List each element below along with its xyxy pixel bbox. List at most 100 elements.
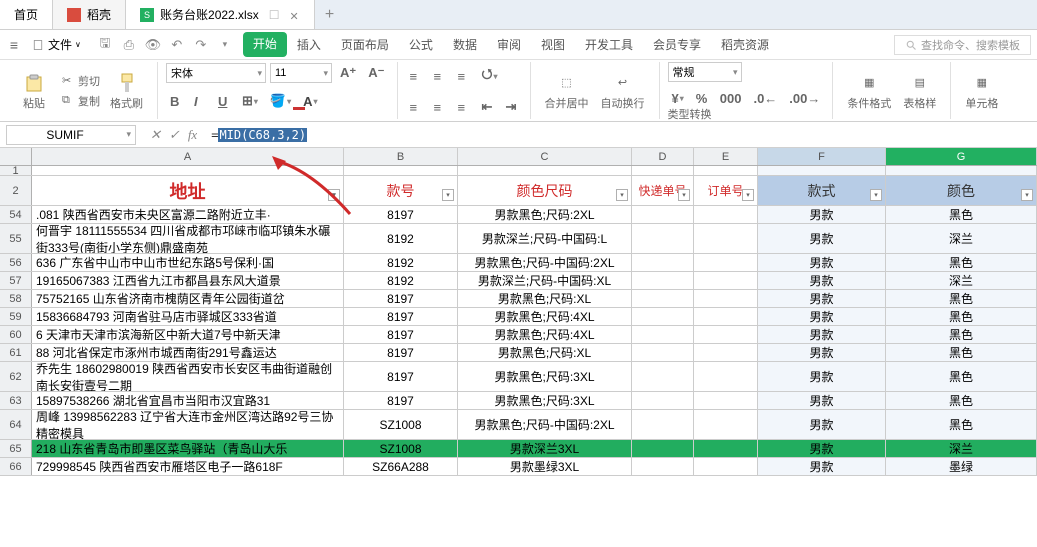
cell[interactable]: 乔先生 18602980019 陕西省西安市长安区韦曲街道融创南长安街壹号二期 [32, 362, 344, 391]
cell[interactable]: 636 广东省中山市中山市世纪东路5号保利·国 [32, 254, 344, 271]
cell[interactable] [694, 392, 758, 409]
cell[interactable] [458, 166, 632, 175]
col-header-C[interactable]: C [458, 148, 632, 165]
cell[interactable]: 88 河北省保定市涿州市城西南街291号鑫运达 [32, 344, 344, 361]
row-header[interactable]: 65 [0, 440, 32, 457]
cell[interactable]: 黑色 [886, 410, 1037, 439]
ribbon-tab-data[interactable]: 数据 [443, 32, 487, 57]
col-header-B[interactable]: B [344, 148, 458, 165]
cell[interactable]: 男款 [758, 326, 886, 343]
save-icon[interactable]: 🖫 [97, 37, 113, 53]
cell[interactable] [632, 326, 694, 343]
align-middle-button[interactable]: ≡ [430, 66, 450, 87]
cell[interactable] [632, 224, 694, 253]
cell[interactable] [632, 308, 694, 325]
align-top-button[interactable]: ≡ [406, 66, 426, 87]
ribbon-tab-start[interactable]: 开始 [243, 32, 287, 57]
ribbon-tab-daoke[interactable]: 稻壳资源 [711, 32, 779, 57]
cell[interactable] [694, 272, 758, 289]
cell[interactable]: 黑色 [886, 206, 1037, 223]
fx-button[interactable]: fx [188, 127, 197, 143]
cell[interactable] [694, 206, 758, 223]
row-header[interactable]: 64 [0, 410, 32, 439]
cell[interactable] [632, 440, 694, 457]
cell[interactable]: 8197 [344, 344, 458, 361]
cell[interactable]: 男款黑色;尺码:2XL [458, 206, 632, 223]
font-color-button[interactable]: A [299, 91, 321, 112]
fill-color-button[interactable]: 🪣 [266, 90, 295, 112]
hamburger-icon[interactable]: ≡ [6, 37, 22, 53]
font-size-select[interactable]: 11 [270, 63, 332, 83]
cell[interactable]: 男款 [758, 272, 886, 289]
cell[interactable]: 8192 [344, 224, 458, 253]
tab-document[interactable]: S 账务台账2022.xlsx ☐ ✕ [126, 0, 314, 29]
cell[interactable] [632, 254, 694, 271]
cell[interactable]: 黑色 [886, 326, 1037, 343]
font-family-select[interactable]: 宋体 [166, 63, 266, 83]
cell[interactable]: 男款 [758, 440, 886, 457]
row-header[interactable]: 55 [0, 224, 32, 253]
cell[interactable] [694, 166, 758, 175]
cell[interactable] [694, 290, 758, 307]
cell[interactable]: 6 天津市天津市滨海新区中新大道7号中新天津 [32, 326, 344, 343]
header-cell-order[interactable]: 订单号▾ [694, 176, 758, 205]
cell[interactable]: 男款 [758, 206, 886, 223]
cell[interactable]: 男款 [758, 254, 886, 271]
row-header[interactable]: 62 [0, 362, 32, 391]
dec-inc-button[interactable]: .0← [749, 88, 781, 109]
cell[interactable]: 男款 [758, 362, 886, 391]
tab-home[interactable]: 首页 [0, 0, 53, 29]
col-header-D[interactable]: D [632, 148, 694, 165]
cell[interactable]: 男款黑色;尺码-中国码:2XL [458, 254, 632, 271]
cell[interactable] [694, 362, 758, 391]
row-header[interactable]: 66 [0, 458, 32, 475]
cell[interactable]: 8197 [344, 362, 458, 391]
print-icon[interactable]: ⎙ [121, 37, 137, 53]
cell[interactable] [632, 290, 694, 307]
format-painter-button[interactable]: 格式刷 [104, 69, 149, 113]
redo-icon[interactable]: ↷ [193, 37, 209, 53]
ribbon-tab-view[interactable]: 视图 [531, 32, 575, 57]
cell[interactable]: 729998545 陕西省西安市雁塔区电子一路618F [32, 458, 344, 475]
preview-icon[interactable]: 👁 [145, 37, 161, 53]
cell[interactable]: 男款墨绿3XL [458, 458, 632, 475]
align-center-button[interactable]: ≡ [430, 97, 450, 118]
cell[interactable]: 8197 [344, 290, 458, 307]
ribbon-tab-formula[interactable]: 公式 [399, 32, 443, 57]
cell[interactable] [32, 166, 344, 175]
undo-icon[interactable]: ↶ [169, 37, 185, 53]
cell[interactable]: 男款深兰;尺码-中国码:L [458, 224, 632, 253]
header-cell-style[interactable]: 款式▾ [758, 176, 886, 205]
merge-button[interactable]: ⬚合并居中 [539, 69, 595, 113]
align-right-button[interactable]: ≡ [454, 97, 474, 118]
cell[interactable] [344, 166, 458, 175]
cell[interactable]: 男款黑色;尺码-中国码:2XL [458, 410, 632, 439]
row-header[interactable]: 59 [0, 308, 32, 325]
cell[interactable]: 75752165 山东省济南市槐荫区青年公园街道岔 [32, 290, 344, 307]
number-format-select[interactable]: 常规 [668, 62, 742, 82]
header-cell-color[interactable]: 颜色尺码▾ [458, 176, 632, 205]
row-header[interactable]: 60 [0, 326, 32, 343]
cell[interactable] [694, 224, 758, 253]
cell[interactable]: 男款 [758, 458, 886, 475]
filter-icon[interactable]: ▾ [1021, 189, 1033, 201]
underline-button[interactable]: U [214, 91, 234, 112]
filter-icon[interactable]: ▾ [870, 189, 882, 201]
col-header-F[interactable]: F [758, 148, 886, 165]
type-convert-button[interactable]: 类型转换 [668, 106, 712, 122]
file-menu[interactable]: 文件 ∨ [22, 34, 91, 55]
cell[interactable] [758, 166, 886, 175]
border-button[interactable]: ⊞ [238, 90, 262, 112]
cell[interactable]: 8197 [344, 326, 458, 343]
select-all-corner[interactable] [0, 148, 32, 165]
cell[interactable]: 8192 [344, 254, 458, 271]
cell[interactable]: 15836684793 河南省驻马店市驿城区333省道 [32, 308, 344, 325]
cell[interactable]: 男款深兰3XL [458, 440, 632, 457]
cell[interactable]: 男款黑色;尺码:4XL [458, 326, 632, 343]
cell[interactable]: 男款 [758, 410, 886, 439]
cell[interactable]: 218 山东省青岛市即墨区菜鸟驿站（青岛山大乐 [32, 440, 344, 457]
indent-inc-button[interactable]: ⇥ [502, 96, 522, 118]
cell[interactable] [632, 410, 694, 439]
cancel-formula-button[interactable]: ✕ [150, 127, 161, 143]
italic-button[interactable]: I [190, 91, 210, 112]
